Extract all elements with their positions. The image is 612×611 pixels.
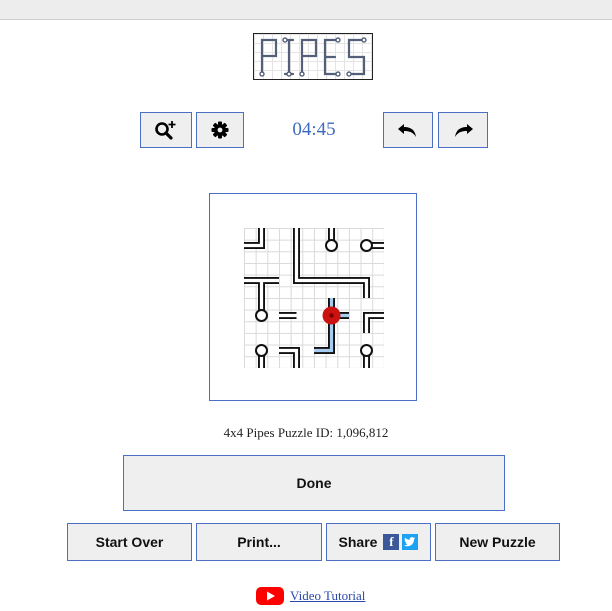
video-tutorial-link-row[interactable]: Video Tutorial [256,586,365,606]
gear-icon [211,121,229,139]
print-button[interactable]: Print... [196,523,322,561]
pipes-logo [253,33,373,80]
pipe-tile[interactable] [244,277,279,299]
done-button-label: Done [296,475,332,491]
undo-button[interactable] [383,112,433,148]
pipe-outline [293,263,314,284]
browser-top-bar [0,0,612,20]
twitter-icon[interactable] [402,534,419,550]
pipe-tile[interactable] [255,298,268,322]
start-over-label: Start Over [95,534,164,550]
facebook-icon[interactable]: f [383,534,400,550]
puzzle-frame [209,193,417,401]
print-label: Print... [237,534,281,550]
pipe-tile[interactable] [314,333,335,354]
start-over-button[interactable]: Start Over [67,523,192,561]
undo-arrow-icon [398,124,416,137]
new-puzzle-label: New Puzzle [459,534,536,550]
pipe-tile[interactable] [255,344,268,368]
pipe-outline [363,312,384,333]
game-timer: 04:45 [292,119,336,140]
zoom-in-icon [155,121,176,140]
puzzle-board[interactable] [244,228,384,368]
pipe-tile[interactable] [349,277,370,299]
youtube-icon[interactable] [256,586,284,606]
pipe-tile[interactable] [322,298,350,333]
pipes-grid[interactable] [244,228,384,368]
pipe-outline [279,347,300,368]
pipe-outline [244,228,265,249]
done-button[interactable]: Done [123,455,505,511]
puzzle-caption: 4x4 Pipes Puzzle ID: 1,096,812 [223,425,389,440]
twitter-bird-glyph [404,537,416,547]
share-label: Share [338,534,378,550]
redo-arrow-icon [455,124,473,137]
pipe-endpoint [360,239,373,252]
redo-button[interactable] [438,112,488,148]
share-button[interactable]: Share f [326,523,431,561]
pipe-endpoint [255,344,268,357]
water-source-center [329,313,334,318]
pipe-endpoint [360,344,373,357]
pipe-outline [349,277,370,298]
pipe-tile[interactable] [360,239,384,252]
pipe-tile[interactable] [244,228,265,249]
pipe-tile[interactable] [360,344,373,368]
zoom-button[interactable] [140,112,192,148]
pipe-tile[interactable] [293,263,315,284]
pipe-tile[interactable] [325,228,338,252]
video-tutorial-link[interactable]: Video Tutorial [290,588,365,604]
settings-button[interactable] [196,112,244,148]
pipe-tile[interactable] [363,312,385,334]
pipe-outline [314,333,335,354]
pipes-logo-art [259,37,367,77]
pipe-tile[interactable] [279,347,300,369]
facebook-glyph: f [389,534,394,549]
pipe-endpoint [325,239,338,252]
pipe-endpoint [255,309,268,322]
new-puzzle-button[interactable]: New Puzzle [435,523,560,561]
